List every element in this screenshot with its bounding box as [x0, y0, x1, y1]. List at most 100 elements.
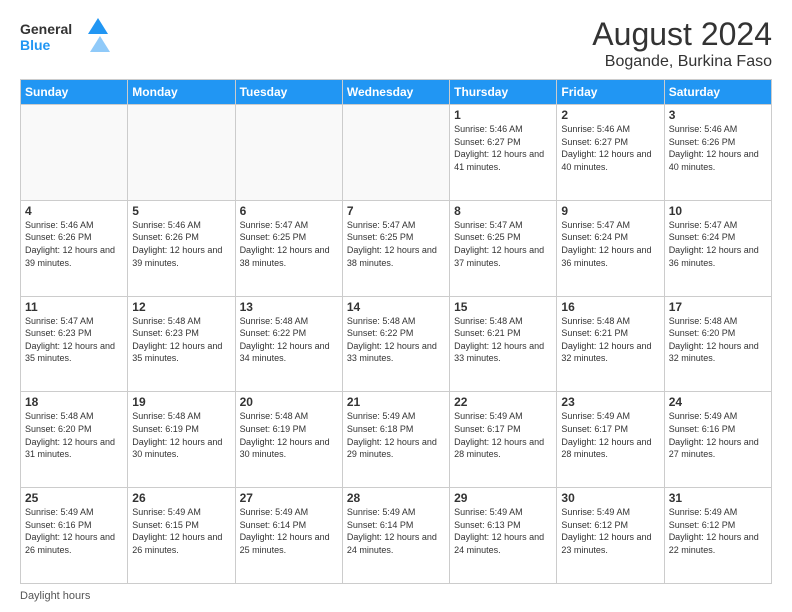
day-info: Sunrise: 5:48 AM Sunset: 6:22 PM Dayligh…: [347, 315, 445, 365]
table-row: 4Sunrise: 5:46 AM Sunset: 6:26 PM Daylig…: [21, 200, 128, 296]
table-row: 15Sunrise: 5:48 AM Sunset: 6:21 PM Dayli…: [450, 296, 557, 392]
table-row: 28Sunrise: 5:49 AM Sunset: 6:14 PM Dayli…: [342, 488, 449, 584]
day-info: Sunrise: 5:48 AM Sunset: 6:21 PM Dayligh…: [561, 315, 659, 365]
logo-svg: General Blue: [20, 16, 110, 56]
day-info: Sunrise: 5:49 AM Sunset: 6:12 PM Dayligh…: [669, 506, 767, 556]
table-row: 7Sunrise: 5:47 AM Sunset: 6:25 PM Daylig…: [342, 200, 449, 296]
day-info: Sunrise: 5:46 AM Sunset: 6:26 PM Dayligh…: [132, 219, 230, 269]
day-info: Sunrise: 5:48 AM Sunset: 6:21 PM Dayligh…: [454, 315, 552, 365]
table-row: 2Sunrise: 5:46 AM Sunset: 6:27 PM Daylig…: [557, 105, 664, 201]
table-row: 9Sunrise: 5:47 AM Sunset: 6:24 PM Daylig…: [557, 200, 664, 296]
day-info: Sunrise: 5:48 AM Sunset: 6:23 PM Dayligh…: [132, 315, 230, 365]
day-info: Sunrise: 5:47 AM Sunset: 6:24 PM Dayligh…: [561, 219, 659, 269]
day-number: 1: [454, 108, 552, 122]
day-info: Sunrise: 5:48 AM Sunset: 6:20 PM Dayligh…: [669, 315, 767, 365]
day-info: Sunrise: 5:49 AM Sunset: 6:12 PM Dayligh…: [561, 506, 659, 556]
day-info: Sunrise: 5:49 AM Sunset: 6:16 PM Dayligh…: [669, 410, 767, 460]
day-info: Sunrise: 5:49 AM Sunset: 6:18 PM Dayligh…: [347, 410, 445, 460]
day-info: Sunrise: 5:47 AM Sunset: 6:25 PM Dayligh…: [240, 219, 338, 269]
logo: General Blue: [20, 16, 110, 56]
table-row: 14Sunrise: 5:48 AM Sunset: 6:22 PM Dayli…: [342, 296, 449, 392]
table-row: 18Sunrise: 5:48 AM Sunset: 6:20 PM Dayli…: [21, 392, 128, 488]
table-row: 20Sunrise: 5:48 AM Sunset: 6:19 PM Dayli…: [235, 392, 342, 488]
day-number: 17: [669, 300, 767, 314]
day-info: Sunrise: 5:47 AM Sunset: 6:23 PM Dayligh…: [25, 315, 123, 365]
day-number: 2: [561, 108, 659, 122]
day-info: Sunrise: 5:46 AM Sunset: 6:27 PM Dayligh…: [454, 123, 552, 173]
day-number: 30: [561, 491, 659, 505]
day-number: 9: [561, 204, 659, 218]
day-number: 5: [132, 204, 230, 218]
day-info: Sunrise: 5:48 AM Sunset: 6:19 PM Dayligh…: [240, 410, 338, 460]
day-info: Sunrise: 5:49 AM Sunset: 6:17 PM Dayligh…: [454, 410, 552, 460]
table-row: 22Sunrise: 5:49 AM Sunset: 6:17 PM Dayli…: [450, 392, 557, 488]
table-row: 31Sunrise: 5:49 AM Sunset: 6:12 PM Dayli…: [664, 488, 771, 584]
day-number: 19: [132, 395, 230, 409]
day-info: Sunrise: 5:48 AM Sunset: 6:20 PM Dayligh…: [25, 410, 123, 460]
table-row: 26Sunrise: 5:49 AM Sunset: 6:15 PM Dayli…: [128, 488, 235, 584]
day-number: 24: [669, 395, 767, 409]
table-row: 27Sunrise: 5:49 AM Sunset: 6:14 PM Dayli…: [235, 488, 342, 584]
day-info: Sunrise: 5:49 AM Sunset: 6:13 PM Dayligh…: [454, 506, 552, 556]
calendar-week-row: 25Sunrise: 5:49 AM Sunset: 6:16 PM Dayli…: [21, 488, 772, 584]
col-friday: Friday: [557, 80, 664, 105]
table-row: 24Sunrise: 5:49 AM Sunset: 6:16 PM Dayli…: [664, 392, 771, 488]
calendar-title: August 2024: [592, 16, 772, 53]
table-row: 17Sunrise: 5:48 AM Sunset: 6:20 PM Dayli…: [664, 296, 771, 392]
day-number: 12: [132, 300, 230, 314]
table-row: 19Sunrise: 5:48 AM Sunset: 6:19 PM Dayli…: [128, 392, 235, 488]
day-number: 7: [347, 204, 445, 218]
table-row: 23Sunrise: 5:49 AM Sunset: 6:17 PM Dayli…: [557, 392, 664, 488]
day-number: 10: [669, 204, 767, 218]
calendar-header-row: Sunday Monday Tuesday Wednesday Thursday…: [21, 80, 772, 105]
day-number: 31: [669, 491, 767, 505]
table-row: [128, 105, 235, 201]
table-row: 13Sunrise: 5:48 AM Sunset: 6:22 PM Dayli…: [235, 296, 342, 392]
title-block: August 2024 Bogande, Burkina Faso: [592, 16, 772, 71]
calendar-table: Sunday Monday Tuesday Wednesday Thursday…: [20, 79, 772, 584]
table-row: 5Sunrise: 5:46 AM Sunset: 6:26 PM Daylig…: [128, 200, 235, 296]
table-row: 30Sunrise: 5:49 AM Sunset: 6:12 PM Dayli…: [557, 488, 664, 584]
table-row: 29Sunrise: 5:49 AM Sunset: 6:13 PM Dayli…: [450, 488, 557, 584]
day-number: 4: [25, 204, 123, 218]
table-row: 16Sunrise: 5:48 AM Sunset: 6:21 PM Dayli…: [557, 296, 664, 392]
day-number: 22: [454, 395, 552, 409]
day-number: 13: [240, 300, 338, 314]
day-info: Sunrise: 5:49 AM Sunset: 6:15 PM Dayligh…: [132, 506, 230, 556]
day-number: 29: [454, 491, 552, 505]
day-number: 15: [454, 300, 552, 314]
header: General Blue August 2024 Bogande, Burkin…: [20, 16, 772, 71]
col-monday: Monday: [128, 80, 235, 105]
calendar-week-row: 1Sunrise: 5:46 AM Sunset: 6:27 PM Daylig…: [21, 105, 772, 201]
table-row: 25Sunrise: 5:49 AM Sunset: 6:16 PM Dayli…: [21, 488, 128, 584]
day-info: Sunrise: 5:46 AM Sunset: 6:27 PM Dayligh…: [561, 123, 659, 173]
table-row: 6Sunrise: 5:47 AM Sunset: 6:25 PM Daylig…: [235, 200, 342, 296]
daylight-hours-label: Daylight hours: [20, 590, 90, 602]
day-number: 8: [454, 204, 552, 218]
day-number: 28: [347, 491, 445, 505]
footer: Daylight hours: [20, 590, 772, 602]
table-row: 10Sunrise: 5:47 AM Sunset: 6:24 PM Dayli…: [664, 200, 771, 296]
table-row: 8Sunrise: 5:47 AM Sunset: 6:25 PM Daylig…: [450, 200, 557, 296]
day-number: 16: [561, 300, 659, 314]
day-info: Sunrise: 5:49 AM Sunset: 6:14 PM Dayligh…: [347, 506, 445, 556]
day-info: Sunrise: 5:46 AM Sunset: 6:26 PM Dayligh…: [669, 123, 767, 173]
day-info: Sunrise: 5:46 AM Sunset: 6:26 PM Dayligh…: [25, 219, 123, 269]
day-info: Sunrise: 5:47 AM Sunset: 6:25 PM Dayligh…: [347, 219, 445, 269]
day-number: 14: [347, 300, 445, 314]
day-number: 23: [561, 395, 659, 409]
day-number: 3: [669, 108, 767, 122]
col-thursday: Thursday: [450, 80, 557, 105]
col-saturday: Saturday: [664, 80, 771, 105]
col-tuesday: Tuesday: [235, 80, 342, 105]
calendar-week-row: 18Sunrise: 5:48 AM Sunset: 6:20 PM Dayli…: [21, 392, 772, 488]
day-info: Sunrise: 5:48 AM Sunset: 6:22 PM Dayligh…: [240, 315, 338, 365]
table-row: 11Sunrise: 5:47 AM Sunset: 6:23 PM Dayli…: [21, 296, 128, 392]
day-info: Sunrise: 5:47 AM Sunset: 6:24 PM Dayligh…: [669, 219, 767, 269]
col-wednesday: Wednesday: [342, 80, 449, 105]
page: General Blue August 2024 Bogande, Burkin…: [0, 0, 792, 612]
day-info: Sunrise: 5:47 AM Sunset: 6:25 PM Dayligh…: [454, 219, 552, 269]
svg-text:Blue: Blue: [20, 37, 51, 53]
table-row: 3Sunrise: 5:46 AM Sunset: 6:26 PM Daylig…: [664, 105, 771, 201]
table-row: 12Sunrise: 5:48 AM Sunset: 6:23 PM Dayli…: [128, 296, 235, 392]
